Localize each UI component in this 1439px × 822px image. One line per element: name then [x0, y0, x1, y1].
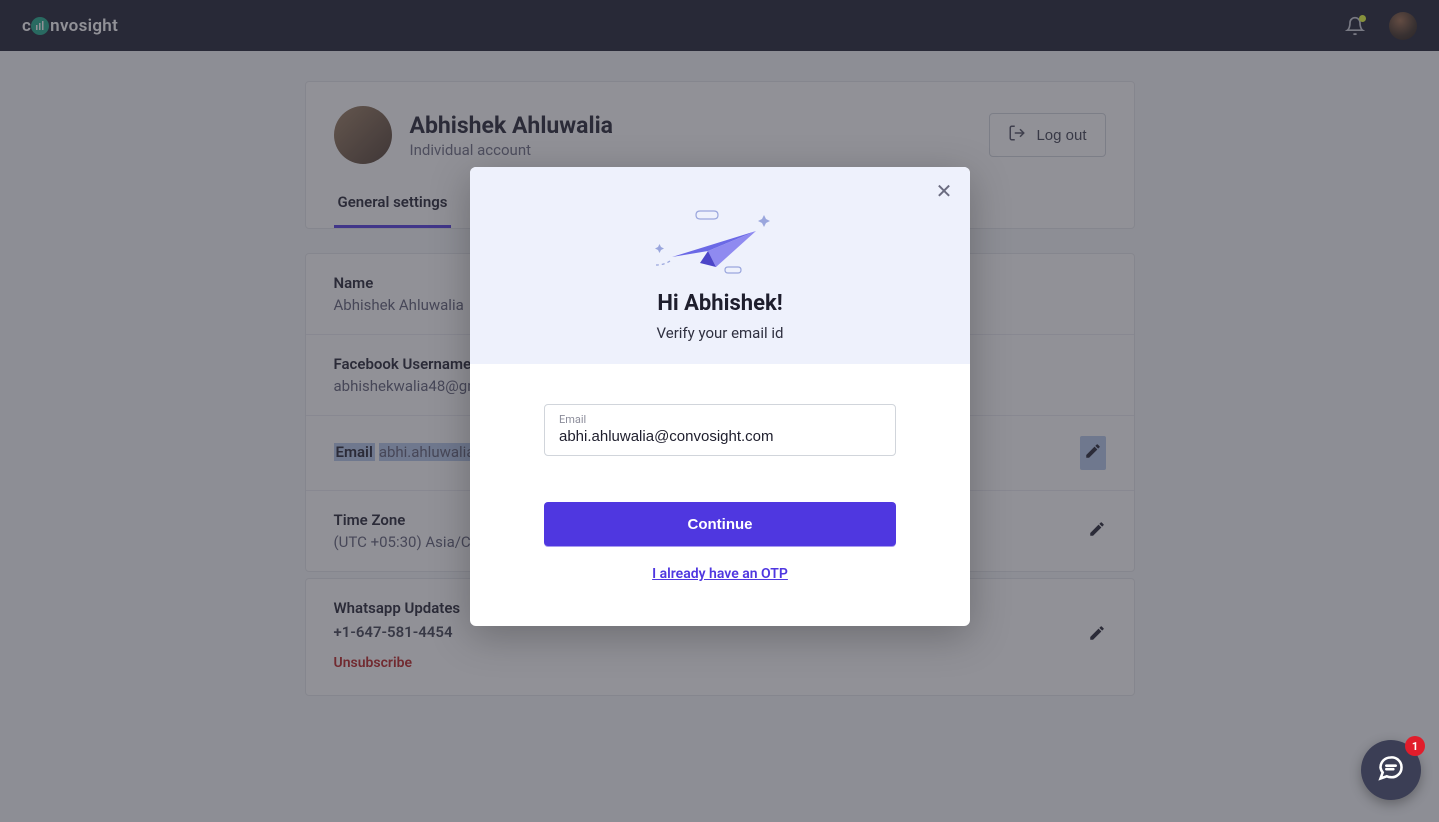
modal-subtitle: Verify your email id [494, 324, 946, 342]
continue-button[interactable]: Continue [544, 502, 896, 546]
modal-title: Hi Abhishek! [494, 291, 946, 316]
modal-body: Email Continue I already have an OTP [470, 364, 970, 626]
chat-widget-button[interactable]: 1 [1361, 740, 1421, 800]
close-icon: ✕ [936, 179, 953, 203]
email-input[interactable] [559, 428, 881, 445]
chat-badge: 1 [1405, 736, 1425, 756]
chat-icon [1377, 754, 1405, 786]
modal-hero: Hi Abhishek! Verify your email id [470, 167, 970, 364]
already-have-otp-link[interactable]: I already have an OTP [544, 566, 896, 582]
email-field-wrapper: Email [544, 404, 896, 456]
close-modal-button[interactable]: ✕ [932, 179, 956, 203]
email-field-label: Email [559, 413, 881, 426]
verify-email-modal: ✕ Hi Abhishek! Verify your email id E [470, 167, 970, 626]
paper-plane-icon [650, 201, 790, 281]
